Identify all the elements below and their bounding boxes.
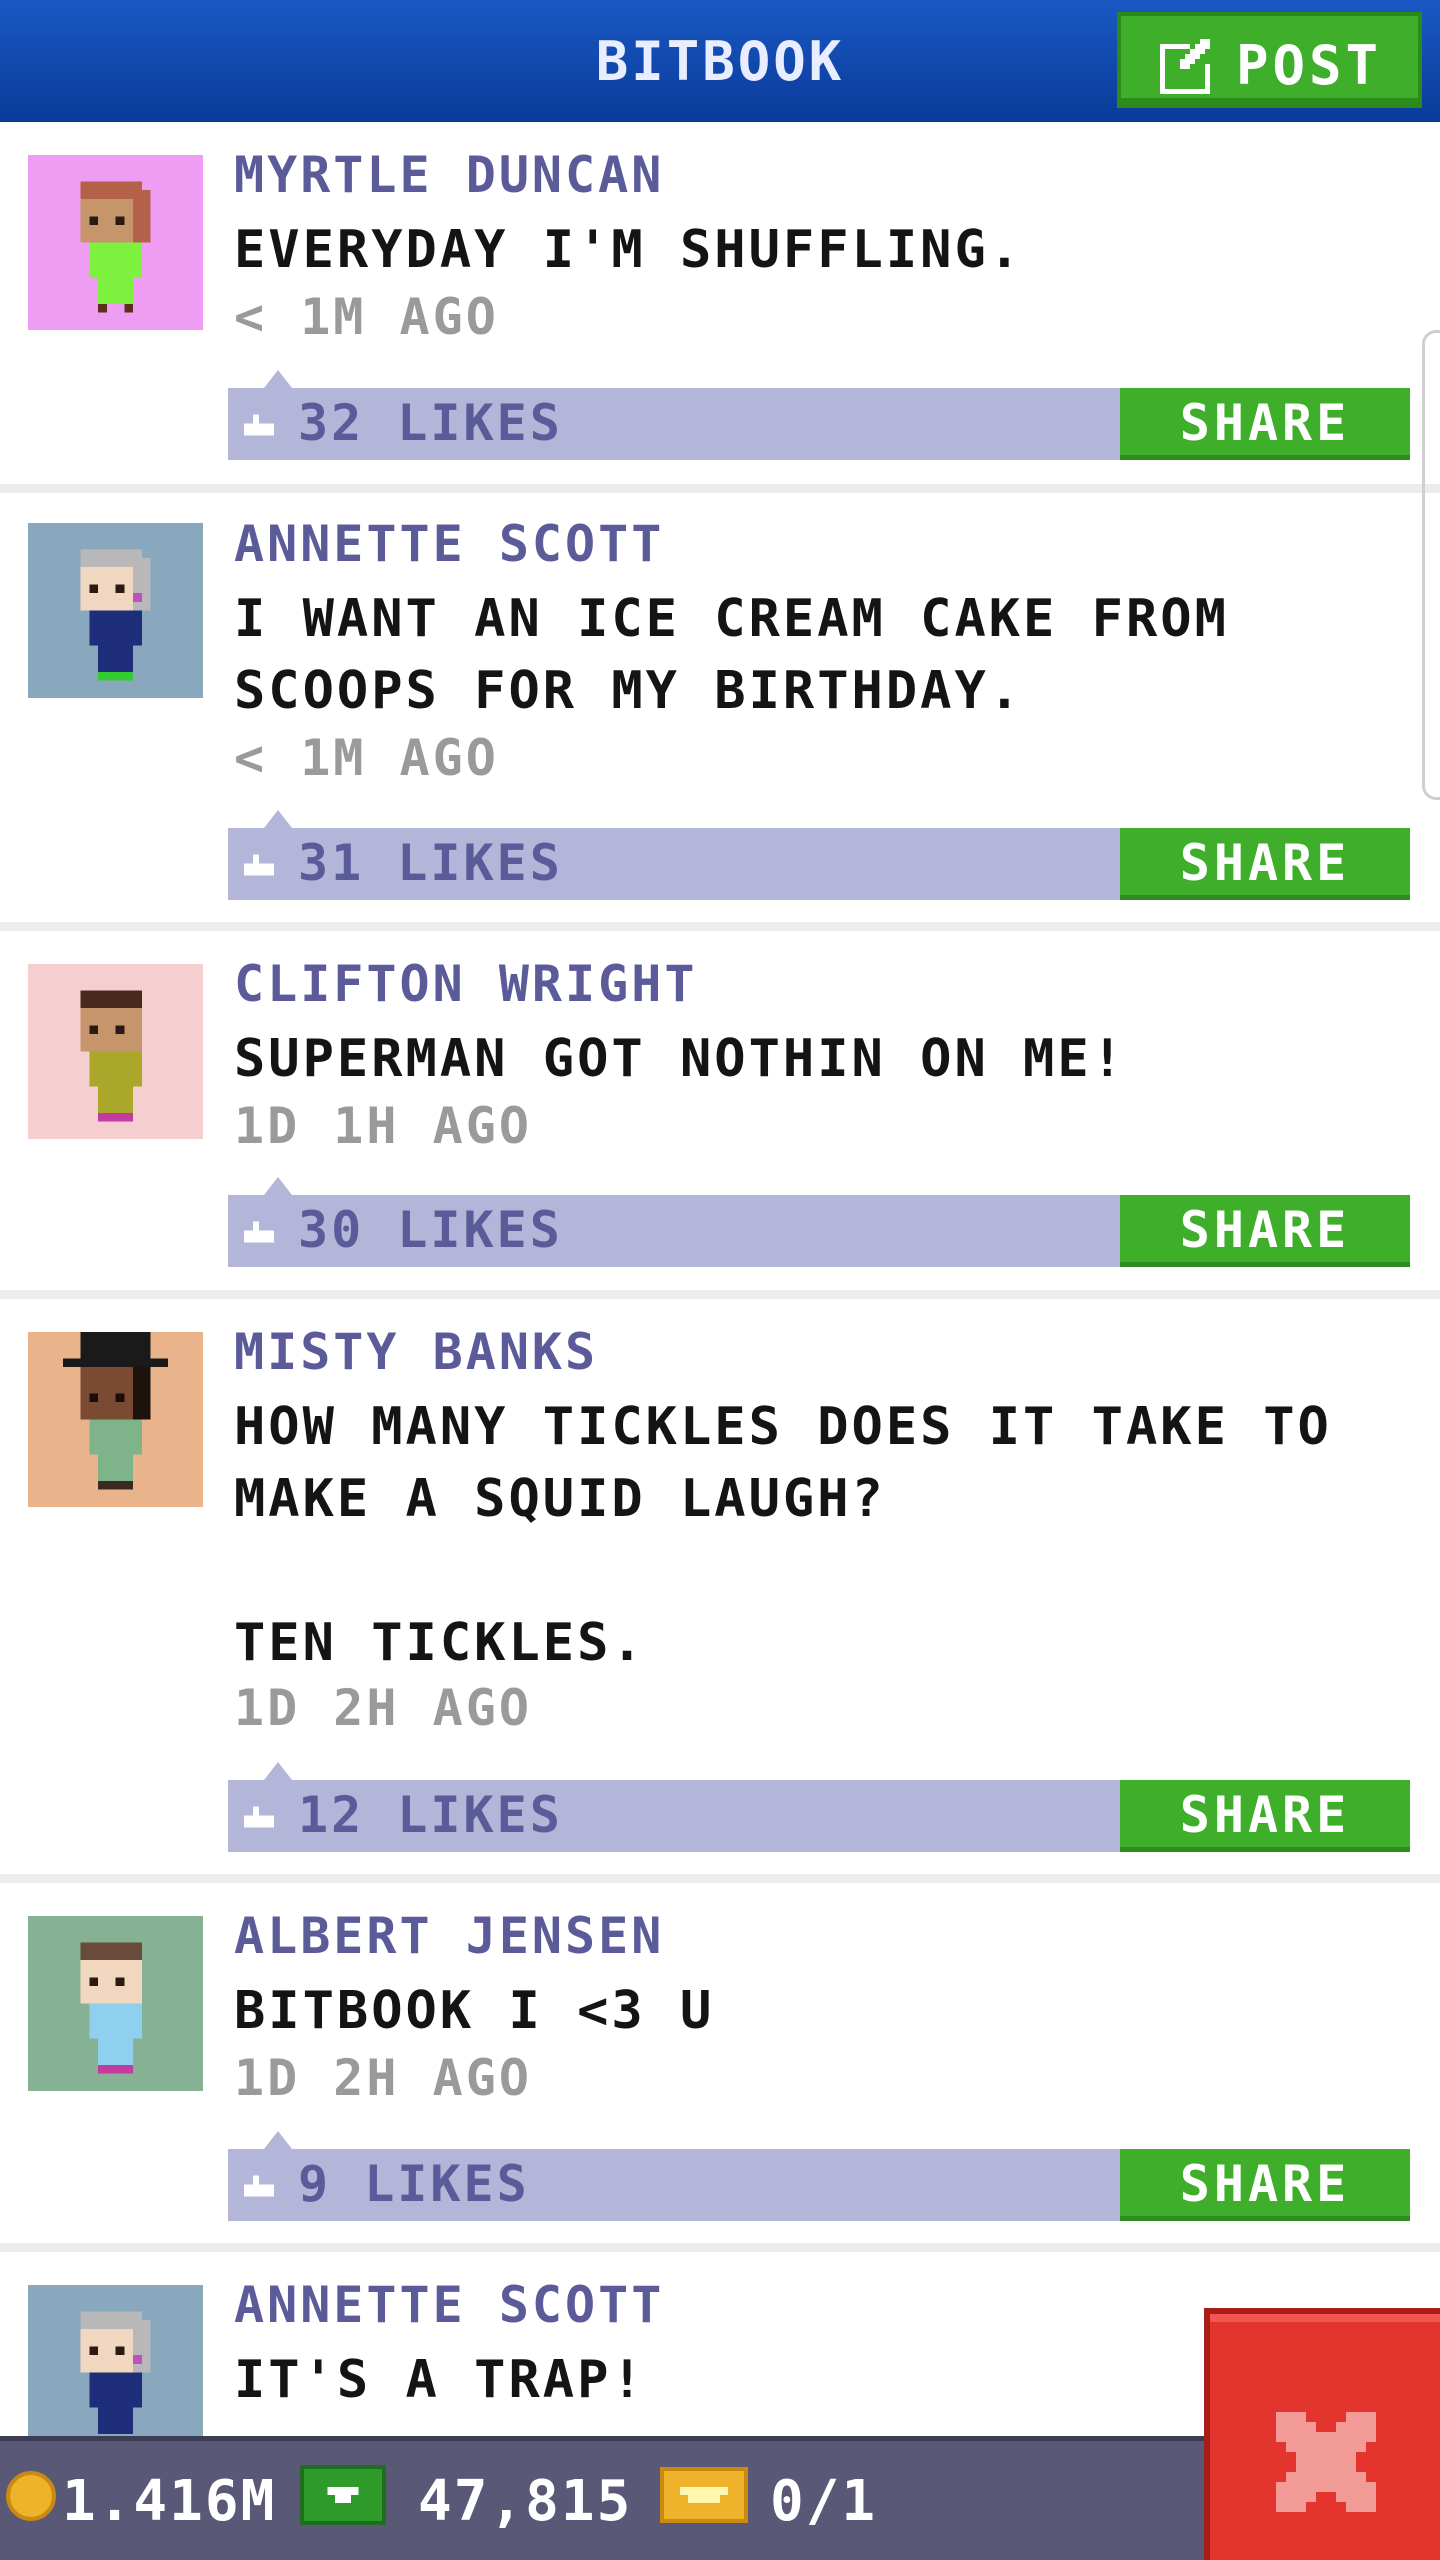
avatar: [28, 523, 203, 698]
tickets-value: 0/1: [770, 2469, 878, 2534]
feed-post: CLIFTON WRIGHT SUPERMAN GOT NOTHIN ON ME…: [0, 931, 1440, 1286]
bux-icon: [300, 2465, 386, 2525]
post-message: SUPERMAN GOT NOTHIN ON ME!: [234, 1029, 1126, 1089]
feed-post: ALBERT JENSEN BITBOOK I <3 U 1D 2H AGO 9…: [0, 1883, 1440, 2243]
ticket-icon: [660, 2467, 748, 2523]
post-time: 1D 1H AGO: [234, 1097, 532, 1155]
post-message: BITBOOK I <3 U: [234, 1981, 715, 2041]
share-button[interactable]: SHARE: [1120, 1195, 1410, 1267]
share-button[interactable]: SHARE: [1120, 1780, 1410, 1852]
share-button-label: SHARE: [1179, 2155, 1351, 2213]
post-author[interactable]: MYRTLE DUNCAN: [234, 146, 664, 204]
share-button[interactable]: SHARE: [1120, 388, 1410, 460]
post-time: 1D 2H AGO: [234, 1679, 532, 1737]
avatar: [28, 2285, 203, 2436]
post-divider: [0, 922, 1440, 931]
feed-post: MISTY BANKS HOW MANY TICKLES DOES IT TAK…: [0, 1299, 1440, 1874]
share-button[interactable]: SHARE: [1120, 2149, 1410, 2221]
like-icon: [244, 854, 274, 876]
like-count: 30 LIKES: [298, 1201, 563, 1259]
coins-value: 1.416M: [62, 2469, 277, 2534]
scroll-indicator[interactable]: [1422, 330, 1440, 800]
like-count: 32 LIKES: [298, 394, 563, 452]
like-bar[interactable]: 30 LIKES SHARE: [228, 1177, 1410, 1267]
avatar: [28, 964, 203, 1139]
share-button-label: SHARE: [1179, 1786, 1351, 1844]
post-divider: [0, 1874, 1440, 1883]
feed-post: MYRTLE DUNCAN EVERYDAY I'M SHUFFLING. < …: [0, 122, 1440, 487]
post-time: 1D 2H AGO: [234, 2049, 532, 2107]
post-author[interactable]: CLIFTON WRIGHT: [234, 955, 697, 1013]
avatar: [28, 1332, 203, 1507]
post-author[interactable]: ANNETTE SCOTT: [234, 515, 664, 573]
close-icon: [1276, 2412, 1376, 2512]
post-message: I WANT AN ICE CREAM CAKE FROM SCOOPS FOR…: [234, 589, 1229, 721]
like-count: 12 LIKES: [298, 1786, 563, 1844]
app-header: BITBOOK POST: [0, 0, 1440, 125]
post-author[interactable]: ALBERT JENSEN: [234, 1907, 664, 1965]
share-button-label: SHARE: [1179, 834, 1351, 892]
coin-icon: [6, 2471, 56, 2521]
like-count: 9 LIKES: [298, 2155, 530, 2213]
post-button[interactable]: POST: [1117, 12, 1422, 108]
like-bar[interactable]: 9 LIKES SHARE: [228, 2131, 1410, 2221]
share-button-label: SHARE: [1179, 1201, 1351, 1259]
post-divider: [0, 2243, 1440, 2252]
close-button[interactable]: [1204, 2308, 1440, 2560]
like-icon: [244, 2175, 274, 2197]
post-message: EVERYDAY I'M SHUFFLING.: [234, 220, 1024, 280]
like-bar[interactable]: 12 LIKES SHARE: [228, 1762, 1410, 1852]
avatar: [28, 1916, 203, 2091]
like-icon: [244, 414, 274, 436]
post-button-label: POST: [1236, 34, 1383, 97]
post-time: < 1M AGO: [234, 288, 499, 346]
feed-post: ANNETTE SCOTT I WANT AN ICE CREAM CAKE F…: [0, 493, 1440, 918]
bux-value: 47,815: [418, 2469, 633, 2534]
like-bar[interactable]: 32 LIKES SHARE: [228, 370, 1410, 460]
like-icon: [244, 1806, 274, 1828]
share-button-label: SHARE: [1179, 394, 1351, 452]
post-time: < 1M AGO: [234, 729, 499, 787]
share-button[interactable]: SHARE: [1120, 828, 1410, 900]
post-divider: [0, 484, 1440, 493]
post-author[interactable]: MISTY BANKS: [234, 1323, 598, 1381]
avatar: [28, 155, 203, 330]
post-edit-icon: [1160, 39, 1210, 94]
post-author[interactable]: ANNETTE SCOTT: [234, 2276, 664, 2334]
post-divider: [0, 1290, 1440, 1299]
like-count: 31 LIKES: [298, 834, 563, 892]
like-icon: [244, 1221, 274, 1243]
like-bar[interactable]: 31 LIKES SHARE: [228, 810, 1410, 900]
post-message: HOW MANY TICKLES DOES IT TAKE TO MAKE A …: [234, 1397, 1332, 1673]
